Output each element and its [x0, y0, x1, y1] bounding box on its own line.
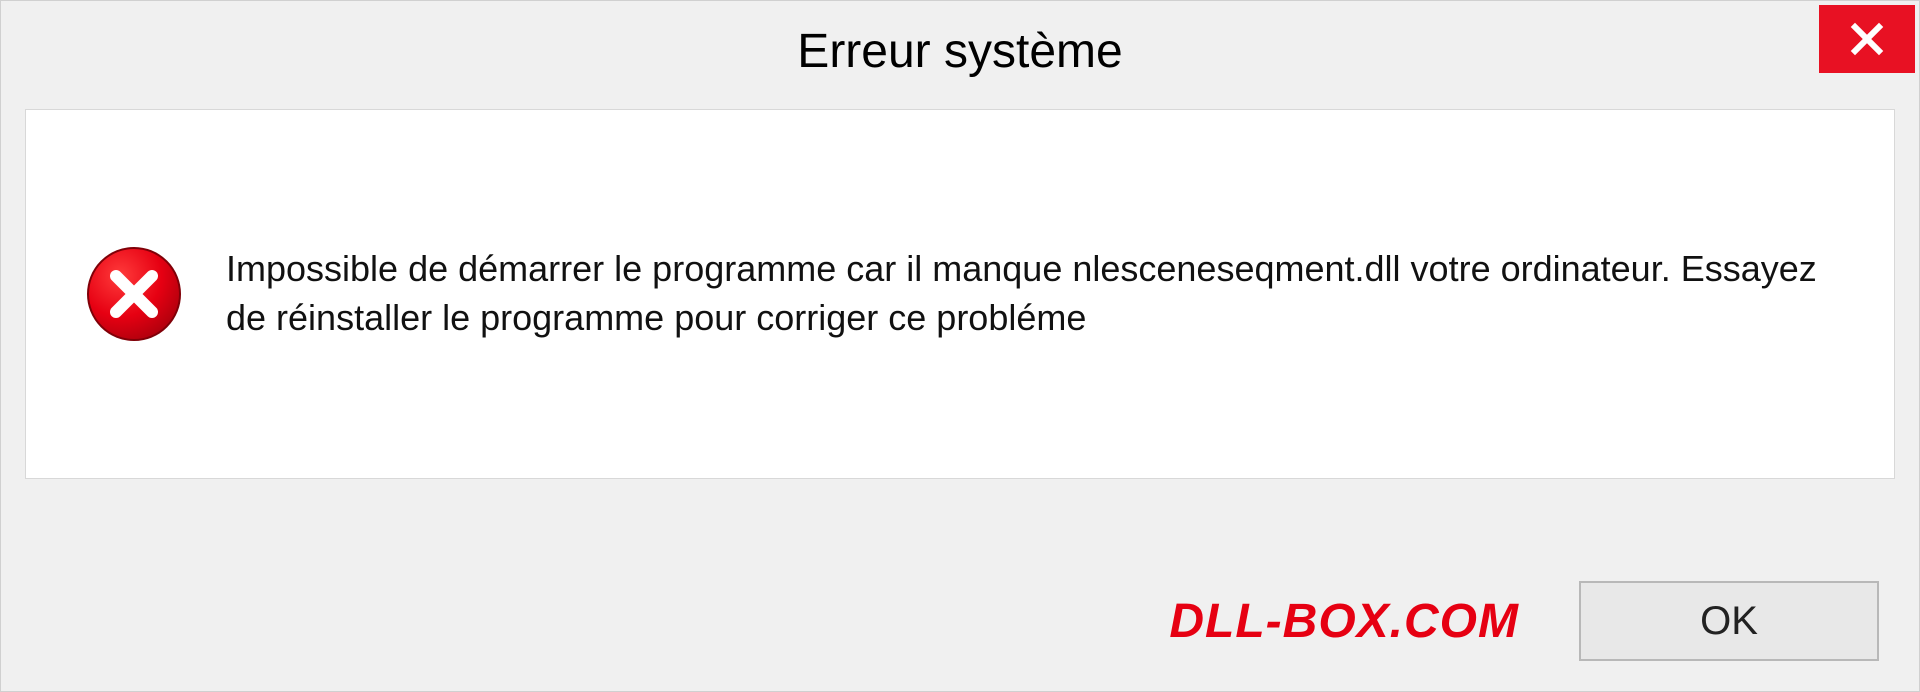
error-message: Impossible de démarrer le programme car … — [226, 245, 1834, 342]
close-button[interactable] — [1819, 5, 1915, 73]
title-bar: Erreur système — [1, 1, 1919, 101]
error-icon — [86, 246, 182, 342]
watermark-text: DLL-BOX.COM — [1169, 594, 1519, 649]
dialog-title: Erreur système — [797, 24, 1122, 79]
ok-button[interactable]: OK — [1579, 581, 1879, 661]
close-icon — [1849, 21, 1885, 57]
dialog-footer: DLL-BOX.COM OK — [1, 581, 1919, 661]
content-panel: Impossible de démarrer le programme car … — [25, 109, 1895, 479]
error-dialog: Erreur système Im — [0, 0, 1920, 692]
